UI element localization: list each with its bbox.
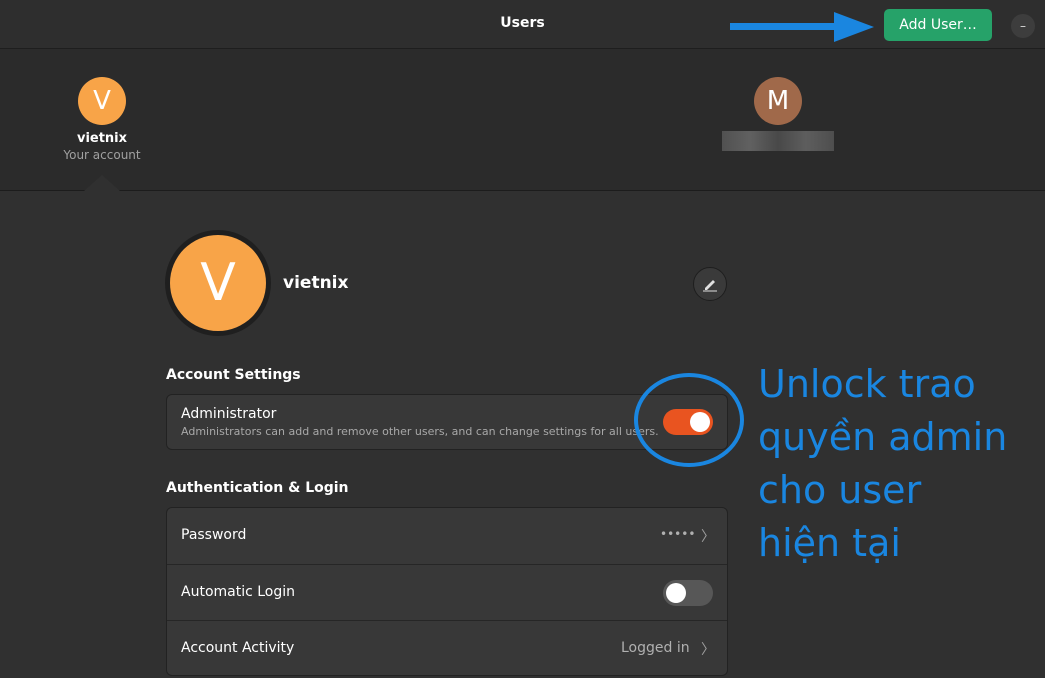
auth-login-box: Password ••••• 〉 Automatic Login Account… (166, 507, 728, 676)
add-user-button[interactable]: Add User… (884, 9, 992, 41)
password-row[interactable]: Password ••••• 〉 (167, 508, 727, 564)
account-activity-label: Account Activity (181, 640, 295, 656)
blurred-username (722, 131, 834, 151)
user-carousel: V vietnix Your account M (0, 49, 1045, 191)
account-settings-heading: Account Settings (166, 367, 301, 383)
account-activity-row[interactable]: Account Activity Logged in 〉 (167, 620, 727, 676)
chevron-right-icon: 〉 (701, 642, 715, 658)
auth-login-heading: Authentication & Login (166, 480, 349, 496)
user-card-other[interactable]: M (722, 77, 834, 151)
annotation-arrow-icon (730, 12, 874, 42)
administrator-label: Administrator (181, 406, 277, 422)
window-menu-button[interactable]: – (1011, 14, 1035, 38)
password-value: ••••• (660, 527, 696, 541)
minimize-icon: – (1020, 19, 1026, 33)
user-card-subtitle: Your account (63, 148, 141, 162)
annotation-text: Unlock trao quyền admin cho user hiện tạ… (758, 358, 1043, 570)
automatic-login-label: Automatic Login (181, 584, 296, 600)
avatar: V (170, 235, 266, 331)
user-card-vietnix[interactable]: V vietnix Your account (52, 77, 152, 162)
header-bar: Users Add User… – (0, 0, 1045, 49)
edit-name-button[interactable] (693, 267, 727, 301)
avatar: M (754, 77, 802, 125)
avatar: V (78, 77, 126, 125)
avatar-initial: V (93, 86, 111, 116)
profile-avatar[interactable]: V (165, 230, 271, 336)
user-card-name: vietnix (76, 131, 128, 146)
annotation-circle-icon (634, 373, 744, 467)
chevron-right-icon: 〉 (701, 529, 715, 545)
annotation-line: Unlock trao (758, 362, 976, 406)
account-activity-value: Logged in (621, 640, 690, 656)
automatic-login-row: Automatic Login (167, 564, 727, 620)
automatic-login-toggle[interactable] (663, 580, 713, 606)
profile-name: vietnix (283, 273, 349, 293)
avatar-initial: M (766, 86, 790, 116)
selected-user-pointer (84, 175, 120, 191)
toggle-knob (666, 583, 686, 603)
administrator-description: Administrators can add and remove other … (181, 425, 659, 438)
annotation-line: cho user (758, 468, 922, 512)
password-label: Password (181, 527, 247, 543)
avatar-initial: V (200, 253, 236, 313)
annotation-line: hiện tại (758, 521, 901, 565)
pencil-icon (703, 280, 717, 292)
annotation-line: quyền admin (758, 415, 1008, 459)
